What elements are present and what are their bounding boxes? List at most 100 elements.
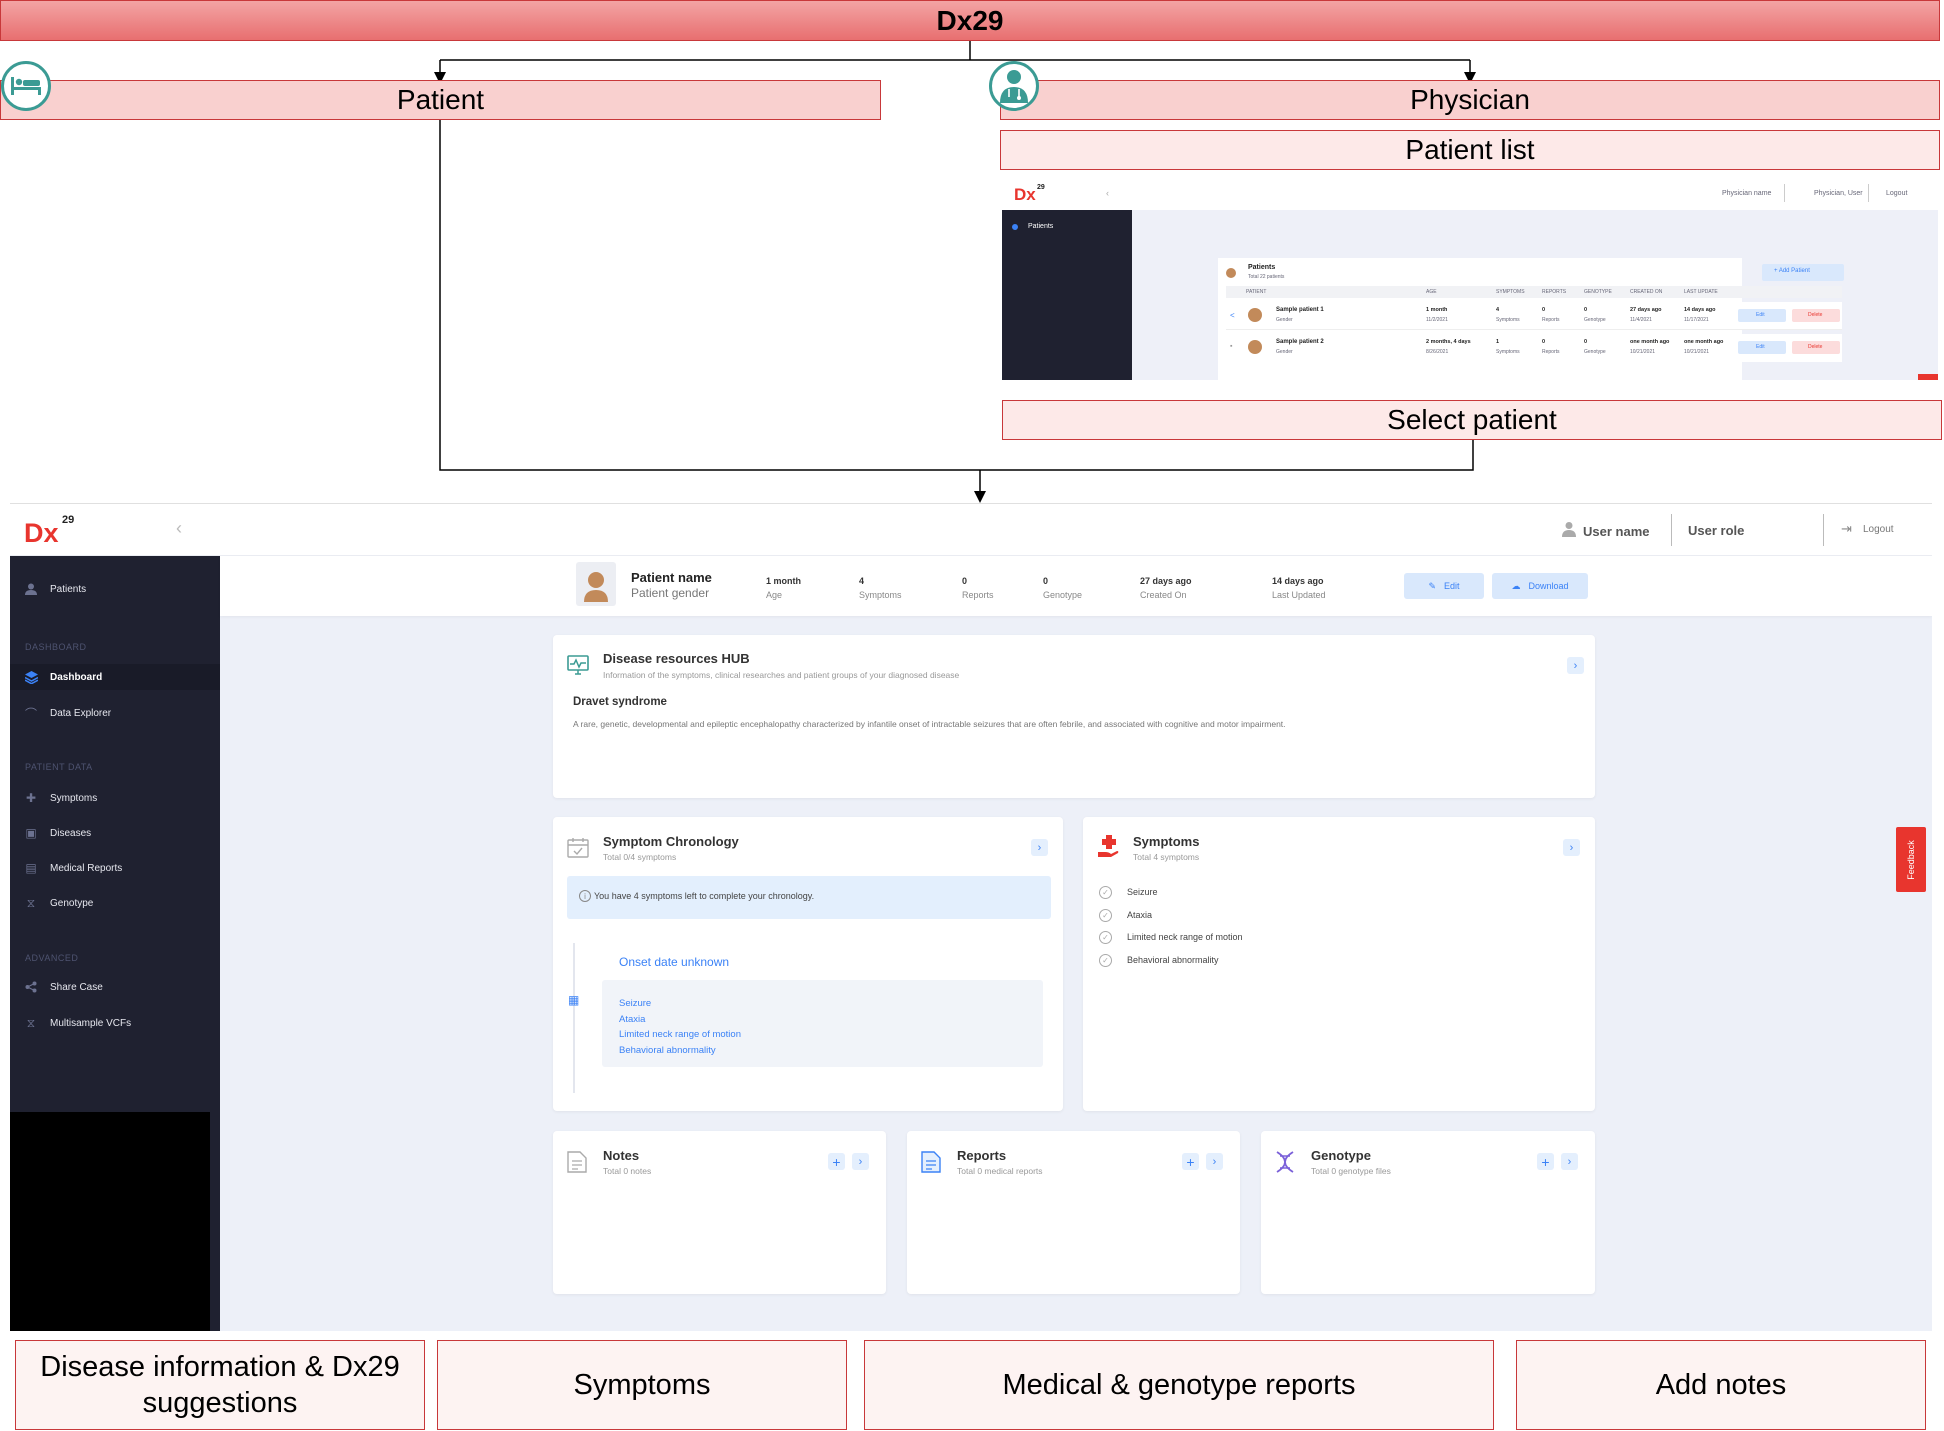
app-topbar: Dx 29 ‹ User name User role ⇥ Logout <box>10 504 1932 556</box>
genotype-expand-chevron-icon[interactable]: › <box>1561 1153 1578 1170</box>
sidebar-item-label: Genotype <box>50 897 94 909</box>
onset-date-unknown[interactable]: Onset date unknown <box>619 955 729 969</box>
label-symptoms: Symptoms <box>437 1340 847 1430</box>
patient-name: Patient name <box>631 570 712 585</box>
pl-table-row[interactable]: < Sample patient 1 Gender 1 month 11/2/2… <box>1226 302 1842 330</box>
symptom-item[interactable]: ✓ Behavioral abnormality <box>1099 949 1243 972</box>
pl-edit-button[interactable]: Edit <box>1738 341 1786 354</box>
sidebar-item-label: Share Case <box>50 981 103 993</box>
sidebar-item-multisample-vcfs[interactable]: ⧖ Multisample VCFs <box>24 1010 131 1036</box>
pl-col-created: CREATED ON <box>1630 289 1663 295</box>
edit-button[interactable]: ✎ Edit <box>1404 573 1484 599</box>
pl-row-symptoms: 1 <box>1496 339 1500 345</box>
user-name[interactable]: User name <box>1583 524 1649 539</box>
symptoms-expand-chevron-icon[interactable]: › <box>1563 839 1580 856</box>
pl-add-button[interactable]: + Add Patient <box>1762 264 1844 281</box>
stat-symptoms: 4 Symptoms <box>859 576 902 600</box>
sidebar-item-data-explorer[interactable]: ⌒ Data Explorer <box>24 700 111 726</box>
sidebar-item-dashboard[interactable]: Dashboard <box>10 664 220 690</box>
logout-link[interactable]: Logout <box>1863 524 1894 535</box>
pl-row-updated: 14 days ago <box>1684 307 1716 313</box>
pl-delete-button[interactable]: Delete <box>1792 309 1840 322</box>
dna-icon <box>1275 1151 1297 1173</box>
dna-icon: ⧖ <box>26 1015 36 1030</box>
label-text: Add notes <box>1655 1368 1787 1401</box>
chronology-item[interactable]: Limited neck range of motion <box>619 1027 741 1043</box>
stat-value: 4 <box>859 576 865 586</box>
add-report-plus-icon[interactable]: + <box>1182 1153 1199 1170</box>
chronology-item[interactable]: Ataxia <box>619 1012 741 1028</box>
pl-share-icon[interactable]: < <box>1230 311 1235 320</box>
monitor-icon: ▣ <box>25 826 37 840</box>
notes-title: Notes <box>603 1148 640 1163</box>
pl-row-updated-date: 11/17/2021 <box>1684 317 1709 323</box>
calendar-check-icon <box>567 837 589 859</box>
pl-table-row[interactable]: ▪ Sample patient 2 Gender 2 months, 4 da… <box>1226 334 1842 362</box>
collapse-sidebar-icon[interactable]: ‹ <box>176 518 182 539</box>
disease-hub-expand-chevron-icon[interactable]: › <box>1567 657 1584 674</box>
pl-row-reports: 0 <box>1542 339 1546 345</box>
sidebar-item-share-case[interactable]: Share Case <box>24 974 103 1000</box>
pl-row-reports-label: Reports <box>1542 317 1560 323</box>
symptom-item[interactable]: ✓ Ataxia <box>1099 904 1243 927</box>
pl-feedback-tab[interactable] <box>1918 374 1938 380</box>
pl-user: Physician name <box>1722 190 1772 197</box>
sidebar-item-genotype[interactable]: ⧖ Genotype <box>24 890 94 916</box>
chronology-item[interactable]: Behavioral abnormality <box>619 1043 741 1059</box>
feedback-tab[interactable]: Feedback <box>1896 827 1926 892</box>
pl-row-symptoms: 4 <box>1496 307 1500 313</box>
sidebar-item-medical-reports[interactable]: ▤ Medical Reports <box>24 855 122 881</box>
patient-bed-icon <box>1 61 51 111</box>
pl-row-genotype: 0 <box>1584 339 1588 345</box>
pl-logo-sup: 29 <box>1037 184 1045 191</box>
pl-row-symptoms-label: Symptoms <box>1496 349 1520 355</box>
sidebar-item-patients[interactable]: Patients <box>24 576 86 602</box>
sidebar-item-symptoms[interactable]: ✚ Symptoms <box>24 785 97 811</box>
pl-delete-button[interactable]: Delete <box>1792 341 1840 354</box>
pl-row-updated-date: 10/21/2021 <box>1684 349 1710 355</box>
patient-list-box-label: Patient list <box>1405 134 1535 165</box>
dna-icon: ⧖ <box>26 895 36 910</box>
pl-edit-button[interactable]: Edit <box>1738 309 1786 322</box>
sidebar-item-label: Multisample VCFs <box>50 1017 132 1029</box>
physician-box: Physician <box>1000 80 1940 120</box>
genotype-title: Genotype <box>1311 1148 1371 1163</box>
dx29-banner-label: Dx29 <box>936 4 1004 36</box>
stat-label: Reports <box>962 590 994 600</box>
pl-collapse-icon[interactable]: ‹ <box>1106 188 1109 198</box>
pl-logout[interactable]: Logout <box>1886 190 1907 197</box>
genotype-card: Genotype Total 0 genotype files + › <box>1261 1131 1595 1294</box>
physician-box-label: Physician <box>1410 84 1530 115</box>
chronology-expand-chevron-icon[interactable]: › <box>1031 839 1048 856</box>
pl-nav-patients[interactable]: Patients <box>1028 223 1053 230</box>
chronology-subtitle: Total 0/4 symptoms <box>603 852 677 862</box>
stat-value: 27 days ago <box>1140 576 1192 586</box>
chronology-title: Symptom Chronology <box>603 834 739 849</box>
add-note-plus-icon[interactable]: + <box>828 1153 845 1170</box>
pl-row-created-date: 10/21/2021 <box>1630 349 1656 355</box>
symptom-item[interactable]: ✓ Limited neck range of motion <box>1099 926 1243 949</box>
note-icon <box>567 1151 589 1173</box>
select-patient-box: Select patient <box>1002 400 1942 440</box>
download-button[interactable]: ☁ Download <box>1492 573 1588 599</box>
add-genotype-plus-icon[interactable]: + <box>1537 1153 1554 1170</box>
reports-expand-chevron-icon[interactable]: › <box>1206 1153 1223 1170</box>
pl-topbar: Dx 29 ‹ Physician name Physician, User L… <box>1002 176 1938 210</box>
pl-row-genotype-label: Genotype <box>1584 317 1606 323</box>
patient-list-box: Patient list <box>1000 130 1940 170</box>
stat-reports: 0 Reports <box>962 576 994 600</box>
share-icon <box>24 980 38 994</box>
sidebar-item-diseases[interactable]: ▣ Diseases <box>24 820 91 846</box>
pl-lock-icon: ▪ <box>1230 343 1233 350</box>
pl-card-icon <box>1226 268 1236 278</box>
sidebar-section-dashboard: DASHBOARD <box>25 642 87 652</box>
heart-monitor-icon <box>567 655 589 677</box>
notes-expand-chevron-icon[interactable]: › <box>852 1153 869 1170</box>
chronology-item[interactable]: Seizure <box>619 996 741 1012</box>
stat-label: Age <box>766 590 783 600</box>
symptom-item[interactable]: ✓ Seizure <box>1099 881 1243 904</box>
app-logo: Dx <box>24 518 59 548</box>
pl-row-reports: 0 <box>1542 307 1546 313</box>
check-circle-icon: ✓ <box>1099 908 1112 922</box>
pl-row-updated: one month ago <box>1684 339 1724 345</box>
